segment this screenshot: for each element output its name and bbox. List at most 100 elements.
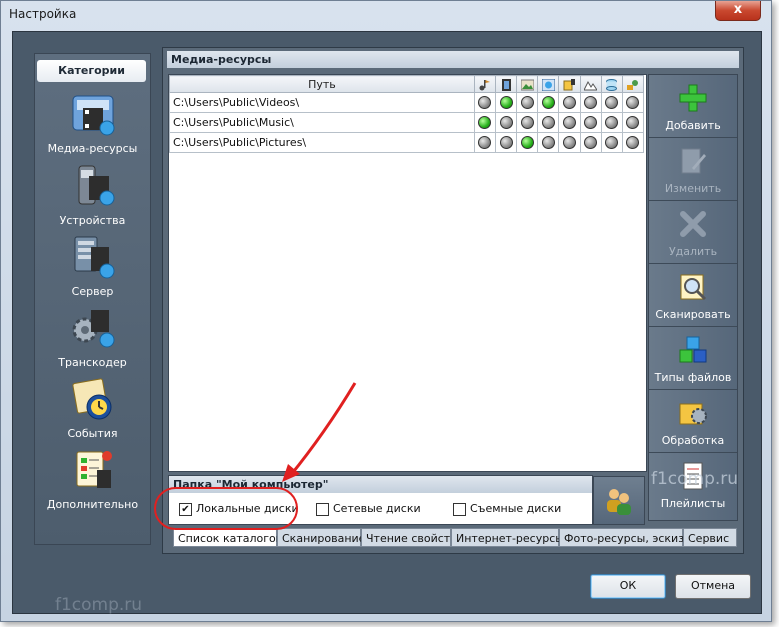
type-toggle-cell[interactable] <box>558 112 581 133</box>
additional-icon <box>76 451 112 488</box>
category-events[interactable]: События <box>35 375 150 445</box>
photo-column-header[interactable] <box>516 75 539 93</box>
tab-directories-list[interactable]: Список каталогов <box>173 528 282 547</box>
processing-button[interactable]: Обработка <box>649 390 737 453</box>
category-devices[interactable]: Устройства <box>35 162 150 232</box>
table-row[interactable]: C:\Users\Public\Music\ <box>169 112 645 133</box>
type-toggle-cell[interactable] <box>579 132 602 153</box>
type-toggle-cell[interactable] <box>537 92 560 113</box>
type-toggle-cell[interactable] <box>494 112 518 133</box>
type-toggle-cell[interactable] <box>537 112 560 133</box>
status-on-icon[interactable] <box>541 96 555 110</box>
type-toggle-cell[interactable] <box>579 112 602 133</box>
playlists-label: Плейлисты <box>660 497 726 510</box>
status-on-icon[interactable] <box>499 96 513 110</box>
database-column-header[interactable] <box>600 75 623 93</box>
type-toggle-cell[interactable] <box>558 92 581 113</box>
file-types-button[interactable]: Типы файлов <box>649 327 737 390</box>
type-toggle-cell[interactable] <box>600 132 623 153</box>
internet-column-header[interactable] <box>537 75 560 93</box>
type-toggle-cell[interactable] <box>558 132 581 153</box>
tab-scanning[interactable]: Сканирование <box>277 528 365 547</box>
type-toggle-cell[interactable] <box>473 112 497 133</box>
delete-button[interactable]: Удалить <box>649 201 737 264</box>
add-button[interactable]: Добавить <box>649 75 737 138</box>
path-column-header[interactable]: Путь <box>169 75 475 93</box>
type-toggle-cell[interactable] <box>579 92 602 113</box>
category-server[interactable]: Сервер <box>35 233 150 303</box>
status-off-icon[interactable] <box>520 96 534 110</box>
removable-drives-checkbox[interactable]: Съемные диски <box>453 502 561 516</box>
type-toggle-cell[interactable] <box>516 92 539 113</box>
table-row[interactable]: C:\Users\Public\Pictures\ <box>169 132 645 153</box>
path-cell[interactable]: C:\Users\Public\Music\ <box>169 112 475 133</box>
scan-button[interactable]: Сканировать <box>649 264 737 327</box>
network-drives-checkmark[interactable] <box>316 502 329 516</box>
devices-icon <box>78 165 114 206</box>
status-off-icon[interactable] <box>541 116 555 130</box>
status-off-icon[interactable] <box>499 116 513 130</box>
file-types-icon <box>679 336 707 363</box>
status-off-icon[interactable] <box>605 116 619 130</box>
type-toggle-cell[interactable] <box>621 132 645 153</box>
tab-service[interactable]: Сервис <box>683 528 737 547</box>
transcoder-icon <box>72 310 114 348</box>
status-off-icon[interactable] <box>562 96 576 110</box>
category-transcoder[interactable]: Транскодер <box>35 304 150 374</box>
processing-icon <box>679 403 707 425</box>
add-label: Добавить <box>665 119 721 132</box>
type-toggle-cell[interactable] <box>537 132 560 153</box>
cancel-button[interactable]: Отмена <box>675 574 751 599</box>
photo-icon <box>520 79 534 90</box>
status-off-icon[interactable] <box>520 116 534 130</box>
status-off-icon[interactable] <box>562 136 576 150</box>
type-toggle-cell[interactable] <box>600 112 623 133</box>
tab-property-reading[interactable]: Чтение свойств <box>361 528 457 547</box>
path-cell[interactable]: C:\Users\Public\Videos\ <box>169 92 475 113</box>
type-toggle-cell[interactable] <box>621 112 645 133</box>
status-off-icon[interactable] <box>626 96 640 110</box>
users-icon <box>607 489 631 515</box>
removable-drives-checkmark[interactable] <box>453 502 466 516</box>
tools-column-header[interactable] <box>621 75 645 93</box>
type-toggle-cell[interactable] <box>494 92 518 113</box>
type-toggle-cell[interactable] <box>516 132 539 153</box>
status-off-icon[interactable] <box>584 96 598 110</box>
type-toggle-cell[interactable] <box>516 112 539 133</box>
tab-internet-resources[interactable]: Интернет-ресурсы <box>451 528 564 547</box>
status-off-icon[interactable] <box>626 116 640 130</box>
table-row[interactable]: C:\Users\Public\Videos\ <box>169 92 645 113</box>
type-toggle-cell[interactable] <box>600 92 623 113</box>
status-off-icon[interactable] <box>499 136 513 150</box>
server-icon <box>74 236 114 279</box>
type-toggle-cell[interactable] <box>494 132 518 153</box>
photo-scan-column-header[interactable] <box>579 75 602 93</box>
path-cell[interactable]: C:\Users\Public\Pictures\ <box>169 132 475 153</box>
edit-button[interactable]: Изменить <box>649 138 737 201</box>
podcast-column-header[interactable] <box>558 75 581 93</box>
status-on-icon[interactable] <box>520 136 534 150</box>
status-off-icon[interactable] <box>541 136 555 150</box>
type-toggle-cell[interactable] <box>473 132 497 153</box>
users-button[interactable] <box>593 476 645 525</box>
category-additional[interactable]: Дополнительно <box>35 446 150 516</box>
network-drives-checkbox[interactable]: Сетевые диски <box>316 502 421 516</box>
ok-button[interactable]: ОК <box>590 574 666 599</box>
category-media-resources[interactable]: Медиа-ресурсы <box>35 90 150 160</box>
video-column-header[interactable] <box>494 75 518 93</box>
tab-photo-resources[interactable]: Фото-ресурсы, эскизы <box>559 528 693 547</box>
music-column-header[interactable] <box>473 75 497 93</box>
type-toggle-cell[interactable] <box>473 92 497 113</box>
status-off-icon[interactable] <box>584 136 598 150</box>
close-button[interactable]: x <box>715 1 761 21</box>
status-off-icon[interactable] <box>478 136 492 150</box>
delete-icon <box>680 211 706 237</box>
status-off-icon[interactable] <box>562 116 576 130</box>
status-on-icon[interactable] <box>478 116 492 130</box>
status-off-icon[interactable] <box>605 136 619 150</box>
status-off-icon[interactable] <box>584 116 598 130</box>
status-off-icon[interactable] <box>605 96 619 110</box>
status-off-icon[interactable] <box>478 96 492 110</box>
status-off-icon[interactable] <box>626 136 640 150</box>
type-toggle-cell[interactable] <box>621 92 645 113</box>
